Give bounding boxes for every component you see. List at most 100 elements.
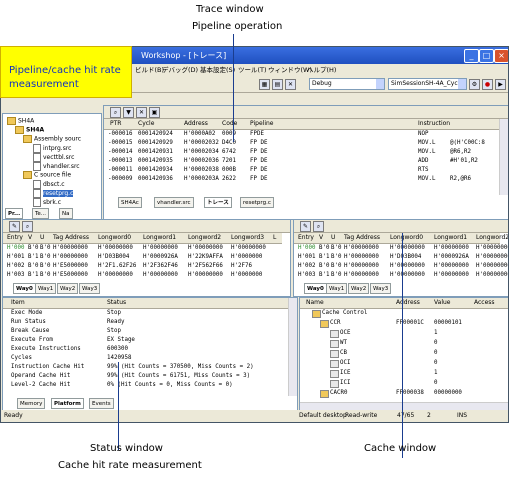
cache-header: Entry V U Tag Address Longword0 Longword… xyxy=(3,233,282,244)
tab-way0[interactable]: Way0 xyxy=(13,283,36,294)
tree-folder-c[interactable]: C source file xyxy=(23,171,71,180)
callout-cache-window: Cache window xyxy=(364,443,437,454)
folder-icon xyxy=(312,310,321,318)
status-desktop: Default desktop xyxy=(299,412,347,419)
stop-icon[interactable]: ● xyxy=(482,79,493,90)
register-header: Name Address Value Access xyxy=(300,298,508,309)
tree-file[interactable]: dbsct.c xyxy=(33,180,65,189)
cache-toolbar: ✎ ⌕ xyxy=(3,220,290,233)
session-combo[interactable]: SimSessionSH-4A_Cycle xyxy=(388,78,467,90)
edit-icon[interactable]: ✎ xyxy=(300,221,311,232)
status-ready: Ready xyxy=(4,412,23,419)
tab-way3[interactable]: Way3 xyxy=(79,283,101,294)
maximize-button[interactable]: □ xyxy=(479,49,494,63)
trace-scrollbar[interactable] xyxy=(499,119,508,195)
trace-tabs: SH4Ac vhandler.src トレース resetprg.c xyxy=(118,197,498,208)
tab-projects[interactable]: Pr... xyxy=(5,208,24,219)
trace-window: ⌕ ▼ ✕ ▣ PTR Cycle Address Code Pipeline … xyxy=(103,105,508,220)
cache-toolbar-right: ✎ ⌕ xyxy=(294,220,508,233)
status-bar: Ready Default desktop Read-write 47/65 2… xyxy=(1,410,508,422)
banner-line-1: Pipeline/cache hit rate xyxy=(9,65,121,76)
tab-way3[interactable]: Way3 xyxy=(370,283,392,294)
menu-debug[interactable]: デバッグ(D) xyxy=(162,64,198,76)
build-icon[interactable]: ▦ xyxy=(259,79,270,90)
way-tabs-left: Way0 Way1 Way2 Way3 xyxy=(13,283,213,294)
tab-navigation[interactable]: Na xyxy=(59,208,73,219)
config-combo[interactable]: Debug xyxy=(309,78,385,90)
tree-file-selected[interactable]: resetprg.c xyxy=(33,189,74,198)
window-title: Workshop - [トレース] xyxy=(141,51,227,60)
folder-icon xyxy=(320,320,329,328)
banner: Pipeline/cache hit rate measurement xyxy=(0,46,132,98)
find-icon[interactable]: ⌕ xyxy=(22,221,33,232)
status-col: 2 xyxy=(427,412,431,419)
status-tabs: Memory Platform Events xyxy=(17,398,217,409)
save-icon[interactable]: ▣ xyxy=(149,107,160,118)
status-mode: Read-write xyxy=(345,412,378,419)
filter-icon[interactable]: ▼ xyxy=(123,107,134,118)
close-button[interactable]: × xyxy=(494,49,508,63)
status-header: Item Status xyxy=(3,298,289,309)
tab-platform[interactable]: Platform xyxy=(51,398,84,409)
tab-trace[interactable]: トレース xyxy=(204,197,232,208)
tree-file[interactable]: vhandler.src xyxy=(33,162,80,171)
tree-folder-assembly[interactable]: Assembly sourc xyxy=(23,135,81,144)
cache-register-window: Name Address Value Access Cache Control C… xyxy=(299,297,508,411)
callout-status-window: Status window xyxy=(90,443,163,454)
register-scrollbar[interactable] xyxy=(300,402,508,410)
trace-toolbar: ⌕ ▼ ✕ ▣ xyxy=(104,106,508,119)
menu-help[interactable]: ヘルプ(H) xyxy=(307,64,336,76)
callout-line-pipeline xyxy=(233,34,234,142)
register-icon xyxy=(330,330,339,338)
tab-way1[interactable]: Way1 xyxy=(35,283,57,294)
status-window: Item Status Exec Mode Stop Run Status Ready… xyxy=(2,297,298,411)
find-icon[interactable]: ⌕ xyxy=(110,107,121,118)
minimize-button[interactable]: _ xyxy=(464,49,479,63)
tab-way0[interactable]: Way0 xyxy=(304,283,327,294)
cache-window-left: ✎ ⌕ Entry V U Tag Address Longword0 Long… xyxy=(2,219,291,297)
tree-file[interactable]: intprg.src xyxy=(33,144,71,153)
tree-file[interactable]: vecttbl.src xyxy=(33,153,74,162)
clear-icon[interactable]: ✕ xyxy=(136,107,147,118)
register-icon xyxy=(330,350,339,358)
menu-settings[interactable]: 基本設定(S) xyxy=(200,64,235,76)
trace-header: PTR Cycle Address Code Pipeline Instruct… xyxy=(104,119,500,130)
stop-build-icon[interactable]: ✕ xyxy=(285,79,296,90)
cache-header-right: Entry V U Tag Address Longword0 Longword… xyxy=(294,233,508,244)
find-icon[interactable]: ⌕ xyxy=(313,221,324,232)
register-icon xyxy=(330,360,339,368)
run-icon[interactable]: ▶ xyxy=(495,79,506,90)
callout-line-cache-hit xyxy=(118,362,119,450)
status-scrollbar[interactable] xyxy=(288,298,297,396)
workspace-pane: SH4A SH4A Assembly sourc intprg.src vect… xyxy=(2,113,102,220)
tab-events[interactable]: Events xyxy=(89,398,114,409)
status-ins: INS xyxy=(457,412,468,419)
tab-resetprg[interactable]: resetprg.c xyxy=(240,197,274,208)
tab-way2[interactable]: Way2 xyxy=(348,283,370,294)
menu-build[interactable]: ビルド(B) xyxy=(135,64,164,76)
register-icon xyxy=(330,340,339,348)
tab-memory[interactable]: Memory xyxy=(17,398,46,409)
tree-project[interactable]: SH4A xyxy=(15,126,44,135)
edit-icon[interactable]: ✎ xyxy=(9,221,20,232)
register-icon xyxy=(330,370,339,378)
tab-sh4ac[interactable]: SH4Ac xyxy=(118,197,142,208)
connect-icon[interactable]: ⚙ xyxy=(469,79,480,90)
way-tabs-right: Way0 Way1 Way2 Way3 xyxy=(304,283,494,294)
workspace-tabs: Pr... Te... Na xyxy=(5,208,99,219)
status-pos: 47/65 xyxy=(397,412,415,419)
banner-line-2: measurement xyxy=(9,79,79,90)
callout-trace-window: Trace window xyxy=(196,4,264,15)
chevron-down-icon xyxy=(458,79,466,89)
tab-way2[interactable]: Way2 xyxy=(57,283,79,294)
tab-templates[interactable]: Te... xyxy=(32,208,50,219)
app-window: Workshop - [トレース] _ □ × ビルド(B) デバッグ(D) 基… xyxy=(0,46,509,423)
chevron-down-icon xyxy=(376,79,384,89)
tree-file[interactable]: sbrk.c xyxy=(33,198,61,207)
tree-root[interactable]: SH4A xyxy=(7,117,34,126)
menu-window[interactable]: ウィンドウ(W) xyxy=(268,64,312,76)
tab-vhandler[interactable]: vhandler.src xyxy=(154,197,194,208)
menu-tools[interactable]: ツール(T) xyxy=(238,64,267,76)
tab-way1[interactable]: Way1 xyxy=(326,283,348,294)
compile-icon[interactable]: ▤ xyxy=(272,79,283,90)
